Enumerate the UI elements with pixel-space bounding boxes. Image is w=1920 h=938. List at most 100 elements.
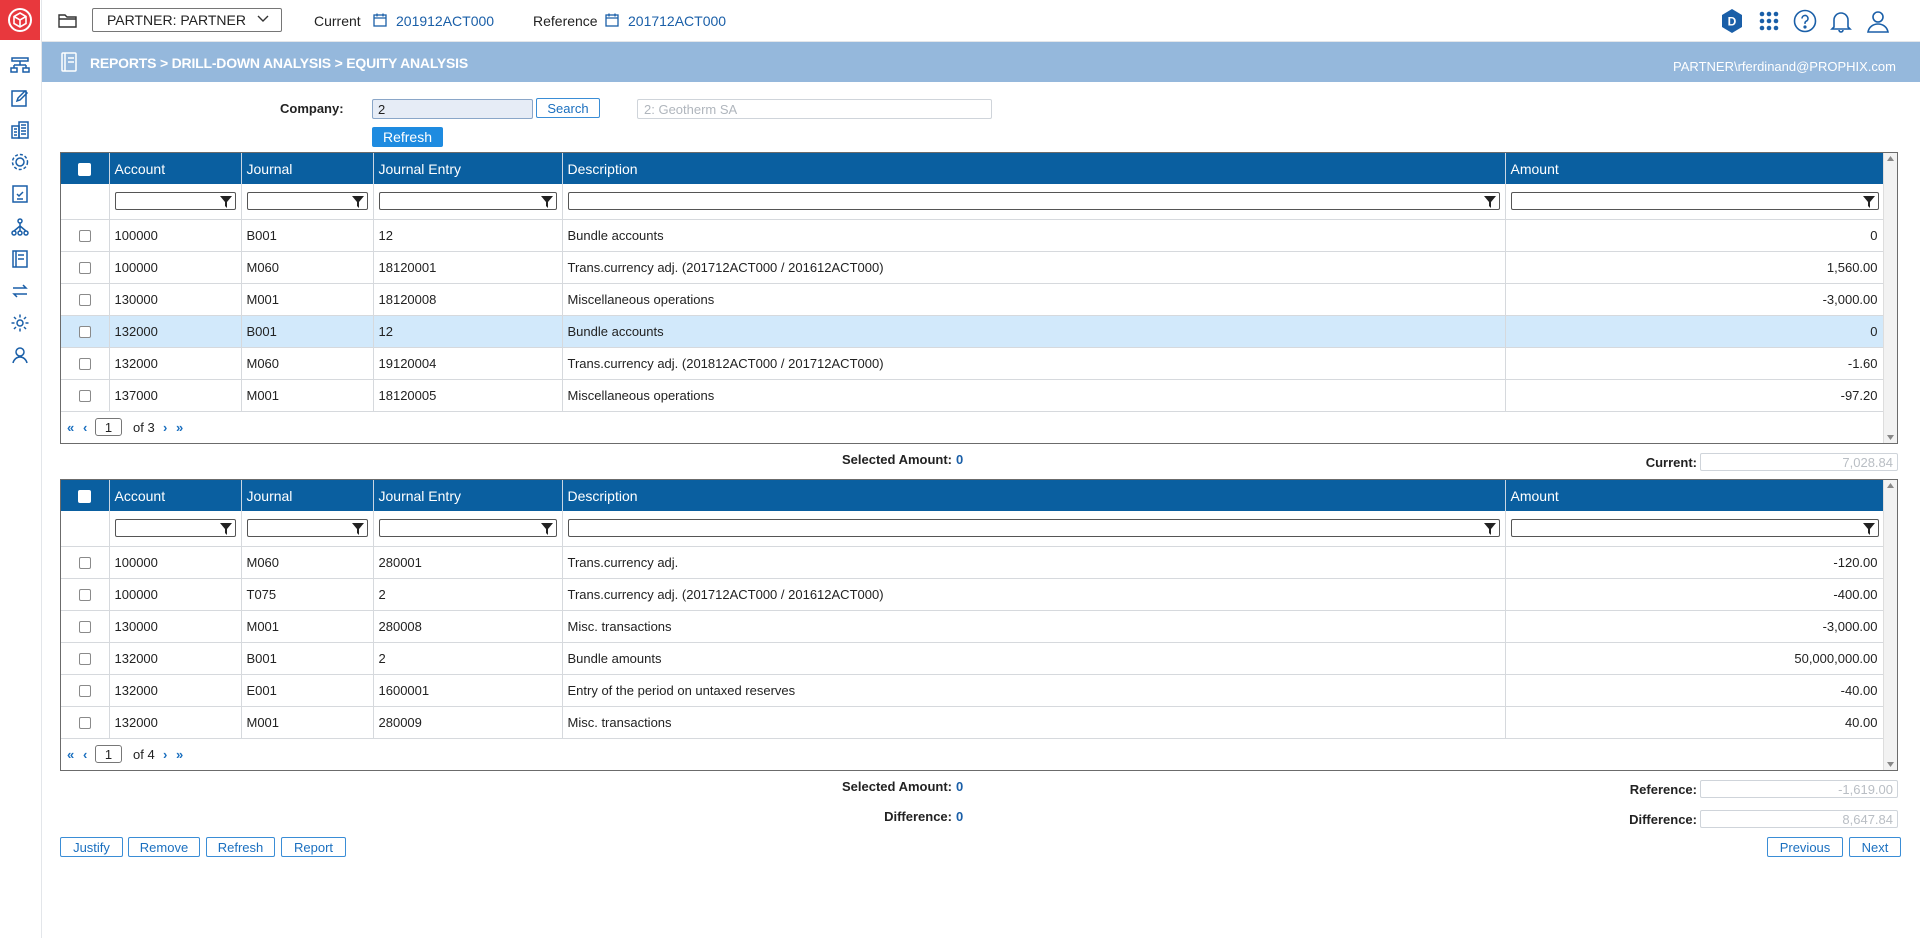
search-button[interactable]: Search (536, 98, 600, 118)
column-header-journal-entry[interactable]: Journal Entry (373, 480, 563, 511)
table-row-selected[interactable]: 132000 B001 12 Bundle accounts 0 (61, 315, 1885, 348)
last-page-icon[interactable]: » (176, 747, 183, 762)
previous-button[interactable]: Previous (1767, 837, 1843, 857)
hierarchy-icon[interactable] (9, 54, 31, 76)
report-button[interactable]: Report (281, 837, 346, 857)
column-header-account[interactable]: Account (109, 480, 242, 511)
next-page-icon[interactable]: › (163, 420, 167, 435)
d-badge-icon[interactable]: D (1719, 8, 1745, 34)
journal-entry-filter[interactable] (378, 519, 557, 538)
last-page-icon[interactable]: » (176, 420, 183, 435)
scroll-up-icon[interactable] (1887, 156, 1894, 161)
page-input[interactable]: 1 (95, 417, 122, 436)
edit-icon[interactable] (9, 87, 31, 109)
prev-page-icon[interactable]: ‹ (83, 747, 87, 762)
table-row[interactable]: 132000 E001 1600001 Entry of the period on … (61, 674, 1885, 707)
description-filter[interactable] (567, 192, 1500, 211)
column-header-journal[interactable]: Journal (241, 480, 374, 511)
row-checkbox[interactable] (78, 294, 91, 307)
table-row[interactable]: 130000 M001 18120008 Miscellaneous operatio… (61, 283, 1885, 316)
network-gear-icon[interactable] (9, 151, 31, 173)
row-checkbox[interactable] (78, 230, 91, 243)
justify-button[interactable]: Justify (60, 837, 123, 857)
cell-journal-entry: 18120008 (373, 283, 563, 316)
row-checkbox[interactable] (78, 390, 91, 403)
remove-button[interactable]: Remove (128, 837, 200, 857)
company-input[interactable] (372, 99, 533, 119)
row-checkbox[interactable] (78, 685, 91, 698)
next-page-icon[interactable]: › (163, 747, 167, 762)
journal-icon[interactable] (9, 248, 31, 270)
scroll-up-icon[interactable] (1887, 483, 1894, 488)
table-row[interactable]: 100000 M060 280001 Trans.currency adj. -120.… (61, 546, 1885, 579)
reference-period-link[interactable]: 201712ACT000 (628, 13, 726, 29)
table-row[interactable]: 100000 T075 2 Trans.currency adj. (201712AC… (61, 578, 1885, 611)
report-icon[interactable] (9, 183, 31, 205)
row-checkbox[interactable] (78, 262, 91, 275)
scroll-down-icon[interactable] (1887, 435, 1894, 440)
user-admin-icon[interactable] (9, 344, 31, 366)
account-filter[interactable] (114, 519, 236, 538)
column-header-amount[interactable]: Amount (1505, 480, 1885, 511)
buildings-icon[interactable] (9, 119, 31, 141)
scrollbar[interactable] (1883, 480, 1897, 770)
user-icon[interactable] (1865, 8, 1891, 34)
table-row[interactable]: 130000 M001 280008 Misc. transactions -3,000… (61, 610, 1885, 643)
next-button[interactable]: Next (1849, 837, 1901, 857)
cell-journal: M001 (241, 379, 374, 412)
scrollbar[interactable] (1883, 153, 1897, 443)
page-input[interactable]: 1 (95, 744, 122, 763)
cell-description: Trans.currency adj. (201812ACT000 / 2017… (562, 347, 1506, 380)
table-row[interactable]: 132000 M001 280009 Misc. transactions 40.00 (61, 706, 1885, 739)
first-page-icon[interactable]: « (67, 420, 74, 435)
current-period-link[interactable]: 201912ACT000 (396, 13, 494, 29)
partner-select[interactable]: PARTNER: PARTNER (92, 8, 282, 32)
column-header-description[interactable]: Description (562, 480, 1506, 511)
column-header-journal-entry[interactable]: Journal Entry (373, 153, 563, 184)
row-checkbox[interactable] (78, 621, 91, 634)
cell-account: 130000 (109, 610, 242, 643)
column-header-account[interactable]: Account (109, 153, 242, 184)
row-checkbox[interactable] (78, 589, 91, 602)
column-header-amount[interactable]: Amount (1505, 153, 1885, 184)
apps-grid-icon[interactable] (1756, 8, 1782, 34)
journal-entry-filter[interactable] (378, 192, 557, 211)
row-checkbox[interactable] (78, 557, 91, 570)
select-all-checkbox[interactable] (78, 163, 92, 177)
cell-journal-entry: 12 (373, 219, 563, 252)
amount-filter[interactable] (1510, 519, 1879, 538)
journal-filter[interactable] (246, 192, 368, 211)
row-checkbox[interactable] (78, 653, 91, 666)
cell-journal: M060 (241, 347, 374, 380)
refresh-button[interactable]: Refresh (206, 837, 275, 857)
refresh-button[interactable]: Refresh (372, 127, 443, 147)
select-all-checkbox[interactable] (78, 490, 92, 504)
table-row[interactable]: 100000 M060 18120001 Trans.currency adj. (2… (61, 251, 1885, 284)
table-row[interactable]: 100000 B001 12 Bundle accounts 0 (61, 219, 1885, 252)
row-checkbox[interactable] (78, 326, 91, 339)
row-checkbox[interactable] (78, 358, 91, 371)
help-icon[interactable] (1792, 8, 1818, 34)
bell-icon[interactable] (1828, 8, 1854, 34)
description-filter[interactable] (567, 519, 1500, 538)
scroll-down-icon[interactable] (1887, 762, 1894, 767)
settings-icon[interactable] (9, 312, 31, 334)
journal-filter[interactable] (246, 519, 368, 538)
row-checkbox[interactable] (78, 717, 91, 730)
cell-journal: E001 (241, 674, 374, 707)
column-header-journal[interactable]: Journal (241, 153, 374, 184)
prev-page-icon[interactable]: ‹ (83, 420, 87, 435)
cell-journal: M001 (241, 706, 374, 739)
folder-icon[interactable] (58, 12, 78, 30)
table-row[interactable]: 132000 M060 19120004 Trans.currency adj. (2… (61, 347, 1885, 380)
table-row[interactable]: 137000 M001 18120005 Miscellaneous operatio… (61, 379, 1885, 412)
account-filter[interactable] (114, 192, 236, 211)
cell-description: Bundle accounts (562, 219, 1506, 252)
table-row[interactable]: 132000 B001 2 Bundle amounts 50,000,000.00 (61, 642, 1885, 675)
org-chart-icon[interactable] (9, 216, 31, 238)
amount-filter[interactable] (1510, 192, 1879, 211)
transfer-icon[interactable] (9, 280, 31, 302)
column-header-description[interactable]: Description (562, 153, 1506, 184)
first-page-icon[interactable]: « (67, 747, 74, 762)
app-logo[interactable] (0, 0, 40, 40)
